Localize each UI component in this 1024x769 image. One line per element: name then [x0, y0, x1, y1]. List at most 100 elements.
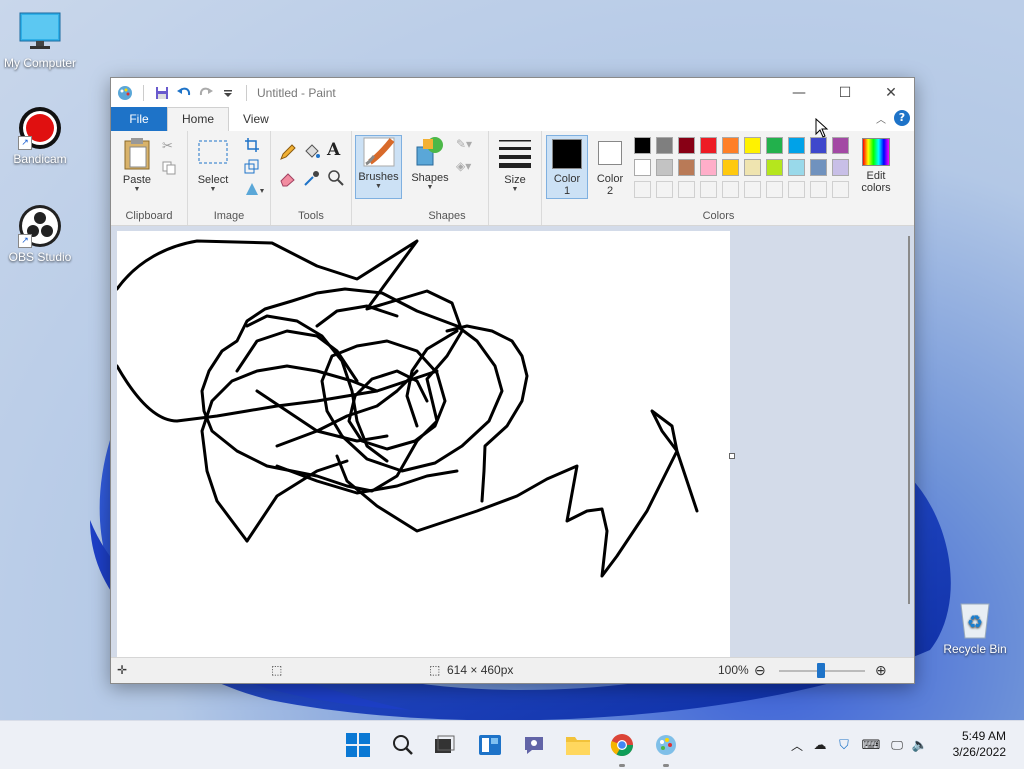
chrome-button[interactable]: [608, 731, 636, 767]
fill-icon[interactable]: ◈▾: [456, 159, 472, 175]
drawing-canvas[interactable]: [115, 231, 730, 657]
palette-swatch[interactable]: [656, 159, 673, 176]
palette-swatch[interactable]: [656, 181, 673, 198]
onedrive-icon[interactable]: ☁: [808, 738, 832, 753]
palette-swatch[interactable]: [700, 137, 717, 154]
palette-swatch[interactable]: [634, 137, 651, 154]
size-dropdown-icon[interactable]: ▼: [495, 186, 535, 193]
zoom-in-button[interactable]: ⊕: [875, 658, 887, 683]
palette-swatch[interactable]: [810, 159, 827, 176]
file-explorer-button[interactable]: [564, 731, 592, 759]
palette-swatch[interactable]: [788, 159, 805, 176]
collapse-ribbon-icon[interactable]: ︿: [876, 111, 886, 126]
palette-swatch[interactable]: [744, 181, 761, 198]
cut-icon[interactable]: ✂: [162, 139, 178, 155]
redo-icon[interactable]: [198, 85, 214, 101]
task-view-button[interactable]: [430, 731, 458, 759]
palette-swatch[interactable]: [832, 159, 849, 176]
desktop-icon-my-computer[interactable]: My Computer: [0, 10, 80, 70]
palette-swatch[interactable]: [700, 159, 717, 176]
palette-swatch[interactable]: [832, 137, 849, 154]
zoom-out-button[interactable]: ⊖: [754, 658, 766, 683]
color1-button[interactable]: Color 1: [546, 135, 588, 199]
pencil-icon[interactable]: [279, 143, 296, 160]
vertical-scrollbar[interactable]: [908, 236, 910, 604]
help-icon[interactable]: ?: [894, 110, 910, 126]
palette-swatch[interactable]: [810, 137, 827, 154]
crop-icon[interactable]: [244, 137, 260, 153]
save-icon[interactable]: [154, 85, 170, 101]
palette-swatch[interactable]: [744, 159, 761, 176]
resize-icon[interactable]: [244, 159, 260, 175]
select-dropdown-icon[interactable]: ▼: [192, 186, 234, 193]
show-hidden-icons-icon[interactable]: ︿: [786, 737, 808, 754]
palette-swatch[interactable]: [766, 181, 783, 198]
palette-swatch[interactable]: [832, 181, 849, 198]
select-button[interactable]: Select ▼: [192, 137, 234, 193]
paint-taskbar-button[interactable]: [652, 731, 680, 767]
minimize-button[interactable]: —: [776, 78, 822, 107]
start-button[interactable]: [344, 731, 372, 759]
paint-app-icon[interactable]: [117, 85, 133, 101]
outline-icon[interactable]: ✎▾: [456, 137, 472, 153]
brushes-dropdown-icon[interactable]: ▼: [356, 183, 401, 190]
palette-swatch[interactable]: [678, 159, 695, 176]
zoom-level: 100%: [718, 663, 749, 677]
palette-swatch[interactable]: [722, 181, 739, 198]
color1-label: Color: [553, 173, 581, 185]
edit-colors-button[interactable]: Edit colors: [856, 135, 896, 194]
customize-qa-icon[interactable]: [220, 85, 236, 101]
palette-swatch[interactable]: [788, 137, 805, 154]
palette-swatch[interactable]: [656, 137, 673, 154]
palette-swatch[interactable]: [722, 159, 739, 176]
palette-swatch[interactable]: [722, 137, 739, 154]
shapes-button[interactable]: Shapes ▼: [408, 135, 452, 191]
colors-group: Color 1 Color 2 Edit colors Colors: [542, 131, 895, 225]
palette-swatch[interactable]: [634, 159, 651, 176]
chat-button[interactable]: [520, 731, 548, 759]
paste-dropdown-icon[interactable]: ▼: [117, 186, 157, 193]
tab-file[interactable]: File: [111, 107, 167, 131]
size-button[interactable]: Size ▼: [495, 137, 535, 193]
desktop-icon-obs-studio[interactable]: ↗ OBS Studio: [0, 204, 80, 264]
color-picker-icon[interactable]: [303, 169, 319, 186]
palette-swatch[interactable]: [634, 181, 651, 198]
color2-button[interactable]: Color 2: [590, 135, 630, 197]
shapes-dropdown-icon[interactable]: ▼: [408, 184, 452, 191]
tab-home[interactable]: Home: [167, 107, 230, 131]
canvas-resize-handle-right[interactable]: [729, 453, 735, 459]
fill-bucket-icon[interactable]: [303, 143, 320, 159]
taskbar-clock[interactable]: 5:49 AM 3/26/2022: [953, 728, 1006, 760]
tab-view[interactable]: View: [229, 107, 283, 131]
zoom-slider-thumb[interactable]: [817, 663, 825, 678]
color2-swatch: [598, 141, 622, 165]
copy-icon[interactable]: [162, 161, 178, 177]
palette-swatch[interactable]: [810, 181, 827, 198]
search-button[interactable]: [389, 731, 417, 759]
title-bar[interactable]: Untitled - Paint — ☐ ✕: [111, 78, 914, 107]
brushes-button[interactable]: Brushes ▼: [355, 135, 402, 199]
rotate-icon[interactable]: [244, 181, 264, 197]
palette-swatch[interactable]: [744, 137, 761, 154]
text-icon[interactable]: A: [327, 140, 343, 160]
paste-button[interactable]: Paste ▼: [117, 137, 157, 193]
magnifier-icon[interactable]: [327, 169, 344, 186]
palette-swatch[interactable]: [700, 181, 717, 198]
eraser-icon[interactable]: [279, 169, 295, 187]
close-button[interactable]: ✕: [868, 78, 914, 107]
palette-swatch[interactable]: [766, 137, 783, 154]
maximize-button[interactable]: ☐: [822, 78, 868, 107]
widgets-button[interactable]: [476, 731, 504, 759]
network-icon[interactable]: 🖵: [886, 738, 908, 753]
desktop-icon-recycle-bin[interactable]: ♻ Recycle Bin: [935, 596, 1015, 656]
palette-swatch[interactable]: [678, 137, 695, 154]
undo-icon[interactable]: [176, 85, 192, 101]
desktop-icon-bandicam[interactable]: ↗ Bandicam: [0, 106, 80, 166]
security-shield-icon[interactable]: ⛉: [832, 738, 856, 753]
palette-swatch[interactable]: [678, 181, 695, 198]
svg-text:♻: ♻: [967, 612, 983, 632]
volume-icon[interactable]: 🔈: [908, 738, 932, 753]
keyboard-icon[interactable]: ⌨: [856, 738, 886, 753]
palette-swatch[interactable]: [788, 181, 805, 198]
palette-swatch[interactable]: [766, 159, 783, 176]
